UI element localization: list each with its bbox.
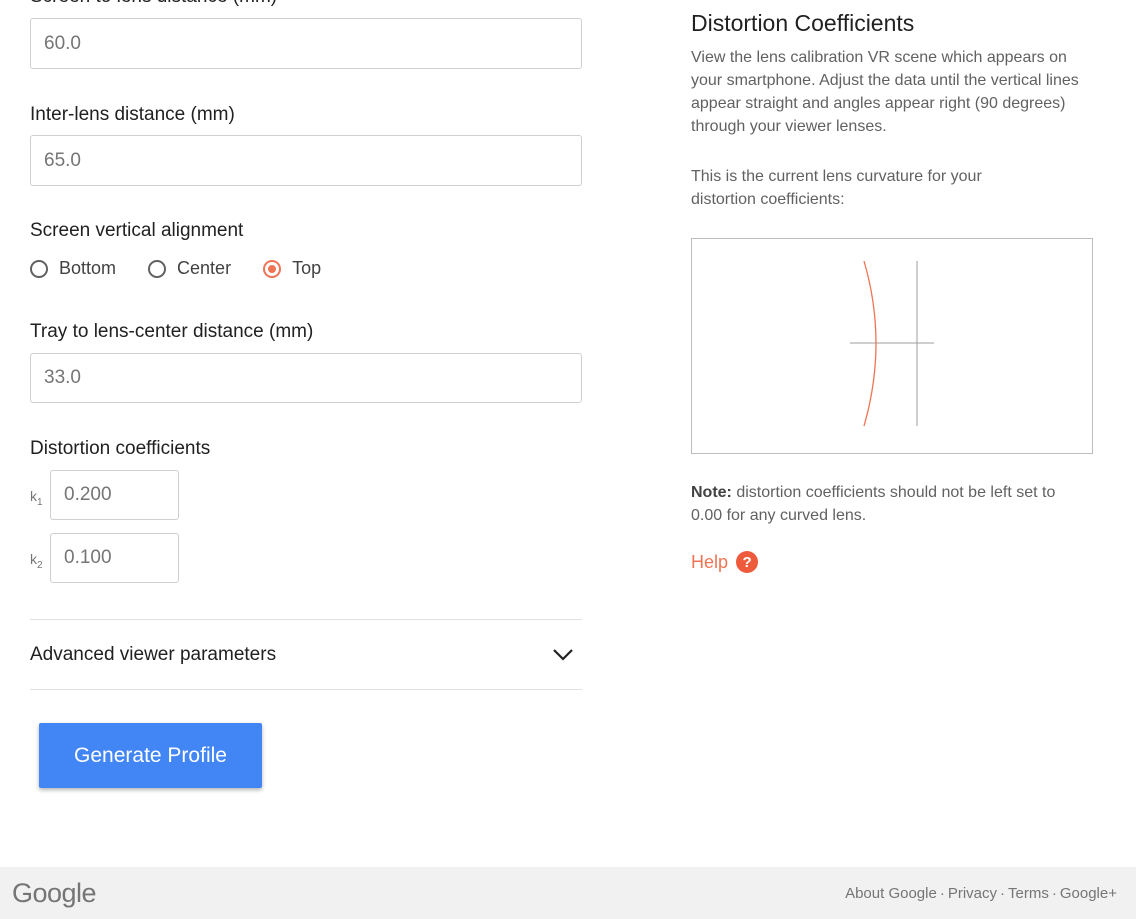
radio-top[interactable]: Top	[263, 258, 321, 279]
footer-separator: ·	[939, 884, 945, 902]
footer-link-google-plus[interactable]: Google+	[1060, 885, 1117, 902]
page: Screen to lens distance (mm) Inter-lens …	[0, 0, 1136, 919]
distortion-note: Note: distortion coefficients should not…	[691, 481, 1086, 527]
k2-label: k2	[30, 551, 43, 571]
footer-link-privacy[interactable]: Privacy	[948, 885, 997, 902]
lens-curvature-preview	[691, 238, 1093, 454]
k1-subscript: 1	[37, 496, 43, 508]
radio-top-label: Top	[292, 258, 322, 278]
screen-to-lens-input[interactable]	[30, 18, 582, 69]
footer-separator: ·	[1051, 884, 1057, 902]
k1-label: k1	[30, 488, 43, 508]
tray-to-lens-label: Tray to lens-center distance (mm)	[30, 321, 314, 342]
advanced-divider-bottom	[30, 689, 582, 690]
radio-top-circle[interactable]	[263, 259, 282, 278]
radio-center-circle[interactable]	[148, 259, 167, 278]
info-title: Distortion Coefficients	[691, 10, 915, 36]
k2-input[interactable]	[50, 533, 179, 583]
info-description: View the lens calibration VR scene which…	[691, 49, 1079, 135]
footer-link-terms[interactable]: Terms	[1008, 885, 1049, 902]
note-label: Note:	[691, 484, 732, 501]
footer: Google About Google · Privacy · Terms · Google…	[0, 867, 1136, 919]
help-icon[interactable]: ?	[736, 551, 759, 573]
k1-letter: k	[30, 488, 37, 504]
curvature-text: This is the current lens curvature for y…	[691, 168, 982, 208]
google-logo[interactable]: Google	[12, 878, 97, 909]
k2-subscript: 2	[37, 559, 43, 571]
footer-links: About Google · Privacy · Terms · Google+	[845, 885, 1117, 902]
advanced-parameters-toggle[interactable]: Advanced viewer parameters	[30, 620, 582, 689]
distortion-coefficients-label: Distortion coefficients	[30, 438, 211, 459]
tray-to-lens-input[interactable]	[30, 353, 582, 403]
screen-to-lens-label: Screen to lens distance (mm)	[30, 0, 277, 8]
inter-lens-label: Inter-lens distance (mm)	[30, 104, 235, 125]
radio-bottom-circle[interactable]	[30, 259, 48, 278]
vertical-alignment-label: Screen vertical alignment	[30, 220, 244, 241]
advanced-parameters-label: Advanced viewer parameters	[30, 643, 277, 665]
radio-bottom[interactable]: Bottom	[30, 258, 116, 279]
vertical-alignment-radio-group: Bottom Center Top	[30, 258, 353, 279]
help-label: Help	[691, 551, 729, 572]
k2-letter: k	[30, 551, 37, 567]
lens-curvature-graphic	[850, 260, 934, 427]
radio-bottom-label: Bottom	[59, 258, 117, 278]
inter-lens-input[interactable]	[30, 135, 582, 186]
chevron-down-icon[interactable]	[552, 648, 574, 662]
radio-center-label: Center	[177, 258, 232, 278]
footer-separator: ·	[1000, 884, 1006, 902]
radio-center[interactable]: Center	[148, 258, 231, 279]
generate-profile-button[interactable]: Generate Profile	[39, 723, 262, 788]
k1-input[interactable]	[50, 470, 179, 520]
note-text: distortion coefficients should not be le…	[691, 484, 1056, 524]
help-link[interactable]: Help ?	[691, 551, 759, 573]
footer-link-about[interactable]: About Google	[845, 885, 937, 902]
